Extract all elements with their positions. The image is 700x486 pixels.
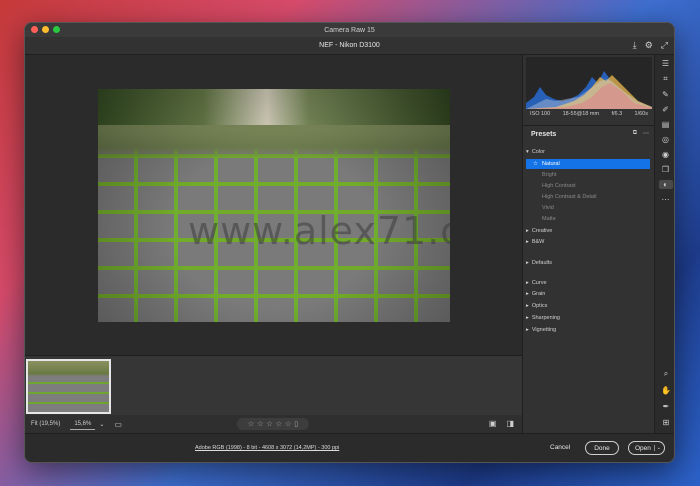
bottom-bar: Fit (19,5%) 15,6% ⌄ ▭ ☆ ☆ ☆ ☆ ☆ ▯ ▣ ◨ bbox=[25, 415, 522, 433]
histogram bbox=[526, 57, 652, 109]
file-header: NEF - Nikon D3100 ⤓ ⚙ ⤢ bbox=[25, 37, 674, 55]
watermark: www.alex71.com bbox=[188, 209, 450, 253]
preset-vivid[interactable]: Vivid bbox=[526, 203, 650, 213]
camera-info: ISO 100 18-55@18 mm f/6.3 1/60s bbox=[526, 111, 652, 117]
crop-icon[interactable]: ⌗ bbox=[663, 74, 668, 84]
preset-label: Vivid bbox=[542, 205, 554, 211]
preset-group-label: Curve bbox=[531, 280, 547, 286]
open-button[interactable]: Open ⌄ bbox=[628, 441, 665, 455]
zoom-window-button[interactable] bbox=[53, 26, 60, 33]
preset-group-label: B&W bbox=[531, 239, 545, 245]
preset-label: Natural bbox=[541, 161, 560, 167]
radial-gradient-icon[interactable]: ◎ bbox=[662, 135, 669, 144]
workflow-options-link[interactable]: Adobe RGB (1998) - 8 bit - 4608 x 3072 (… bbox=[195, 445, 339, 451]
window-title: Camera Raw 15 bbox=[324, 26, 375, 34]
star-rating[interactable]: ☆ ☆ ☆ ☆ ☆ ▯ bbox=[237, 418, 309, 430]
preset-group-grain[interactable]: ▸ Grain bbox=[526, 291, 545, 297]
preset-label: High Contrast bbox=[542, 183, 576, 189]
save-icon[interactable]: ⤓ bbox=[633, 40, 637, 51]
edit-panel: ISO 100 18-55@18 mm f/6.3 1/60s Presets … bbox=[522, 55, 655, 433]
new-preset-icon[interactable]: ⧉ bbox=[633, 130, 637, 137]
minimize-window-button[interactable] bbox=[42, 26, 49, 33]
presets-title: Presets bbox=[531, 131, 557, 138]
title-bar: Camera Raw 15 bbox=[25, 23, 674, 37]
shutter-value: 1/60s bbox=[634, 111, 648, 117]
edit-sliders-icon[interactable]: ☰ bbox=[662, 59, 669, 68]
chevron-down-icon[interactable]: ⌄ bbox=[99, 421, 104, 428]
grid-icon[interactable]: ⊞ bbox=[663, 418, 670, 427]
cancel-button[interactable]: Cancel bbox=[550, 444, 570, 451]
hand-tool-icon[interactable]: ✋ bbox=[661, 386, 671, 395]
preset-group-defaults[interactable]: ▸ Defaults bbox=[526, 260, 552, 266]
preset-group-color[interactable]: ▾ Color bbox=[526, 149, 545, 155]
fit-zoom-button[interactable]: Fit (19,5%) bbox=[31, 421, 60, 427]
preset-group-creative[interactable]: ▸ Creative bbox=[526, 228, 552, 234]
star-icon[interactable]: ☆ bbox=[248, 420, 254, 428]
healing-icon[interactable]: ✎ bbox=[662, 90, 669, 99]
presets-header: Presets ⧉ ⋯ bbox=[523, 125, 655, 143]
preset-group-curve[interactable]: ▸ Curve bbox=[526, 280, 547, 286]
snapshots-icon[interactable]: ❐ bbox=[662, 165, 669, 174]
zoom-tool-icon[interactable]: ⌕ bbox=[664, 369, 668, 379]
delete-flag-icon[interactable]: ▯ bbox=[294, 420, 298, 428]
zoom-level[interactable]: 15,6% bbox=[70, 419, 96, 430]
done-button[interactable]: Done bbox=[585, 441, 619, 455]
aperture-value: f/6.3 bbox=[611, 111, 623, 117]
preset-group-label: Defaults bbox=[531, 260, 553, 266]
preset-natural[interactable]: ☆ Natural bbox=[526, 159, 650, 169]
preset-group-label: Optics bbox=[531, 303, 548, 309]
star-icon[interactable]: ☆ bbox=[285, 420, 291, 428]
preset-high-contrast-detail[interactable]: High Contrast & Detail bbox=[526, 192, 650, 202]
preset-group-label: Color bbox=[531, 149, 545, 155]
color-sampler-icon[interactable]: ✒ bbox=[663, 402, 670, 411]
split-view-icon[interactable]: ◨ bbox=[506, 419, 514, 428]
preset-label: Matte bbox=[542, 216, 556, 222]
preset-group-label: Grain bbox=[531, 291, 546, 297]
preset-bright[interactable]: Bright bbox=[526, 170, 650, 180]
filmstrip-toggle-icon[interactable]: ▭ bbox=[114, 420, 122, 429]
filmstrip bbox=[25, 355, 522, 415]
preset-group-vignetting[interactable]: ▸ Vignetting bbox=[526, 327, 556, 333]
preset-group-label: Sharpening bbox=[531, 315, 560, 321]
fullscreen-icon[interactable]: ⤢ bbox=[661, 40, 668, 51]
preset-group-label: Creative bbox=[531, 228, 553, 234]
window-controls bbox=[31, 26, 60, 33]
preset-label: Bright bbox=[542, 172, 557, 178]
preset-group-bw[interactable]: ▸ B&W bbox=[526, 239, 544, 245]
filmstrip-thumbnail[interactable] bbox=[26, 359, 111, 414]
more-tools-icon[interactable]: ⋯ bbox=[662, 195, 670, 204]
star-icon[interactable]: ☆ bbox=[266, 420, 272, 428]
file-label: NEF - Nikon D3100 bbox=[319, 42, 380, 49]
image-canvas[interactable]: www.alex71.com bbox=[25, 55, 522, 355]
open-label: Open bbox=[635, 444, 651, 452]
preset-group-optics[interactable]: ▸ Optics bbox=[526, 303, 547, 309]
red-eye-icon[interactable]: ◉ bbox=[662, 150, 669, 159]
camera-raw-window: Camera Raw 15 NEF - Nikon D3100 ⤓ ⚙ ⤢ ww… bbox=[24, 22, 675, 463]
preset-label: High Contrast & Detail bbox=[542, 194, 597, 200]
presets-icon[interactable]: ◐ bbox=[658, 180, 673, 189]
star-icon[interactable]: ☆ bbox=[257, 420, 263, 428]
footer-bar: Adobe RGB (1998) - 8 bit - 4608 x 3072 (… bbox=[25, 433, 674, 462]
linear-gradient-icon[interactable]: ▤ bbox=[662, 120, 670, 129]
preset-group-label: Vignetting bbox=[531, 327, 557, 333]
before-after-icon[interactable]: ▣ bbox=[489, 419, 497, 428]
preset-high-contrast[interactable]: High Contrast bbox=[526, 181, 650, 191]
brush-icon[interactable]: ✐ bbox=[662, 105, 669, 114]
gear-icon[interactable]: ⚙ bbox=[645, 40, 653, 51]
lens-value: 18-55@18 mm bbox=[562, 111, 600, 117]
photo-vignette bbox=[98, 89, 450, 322]
chevron-down-icon[interactable]: ⌄ bbox=[653, 445, 661, 451]
preset-group-sharpening[interactable]: ▸ Sharpening bbox=[526, 315, 560, 321]
more-icon[interactable]: ⋯ bbox=[643, 130, 649, 137]
photo-preview[interactable]: www.alex71.com bbox=[98, 89, 450, 322]
close-window-button[interactable] bbox=[31, 26, 38, 33]
star-icon[interactable]: ☆ bbox=[276, 420, 282, 428]
preset-matte[interactable]: Matte bbox=[526, 214, 650, 224]
star-icon[interactable]: ☆ bbox=[533, 161, 538, 167]
iso-value: ISO 100 bbox=[530, 111, 551, 117]
tool-strip: ☰ ⌗ ✎ ✐ ▤ ◎ ◉ ❐ ◐ ⋯ ⌕ ✋ ✒ ⊞ bbox=[654, 55, 674, 433]
